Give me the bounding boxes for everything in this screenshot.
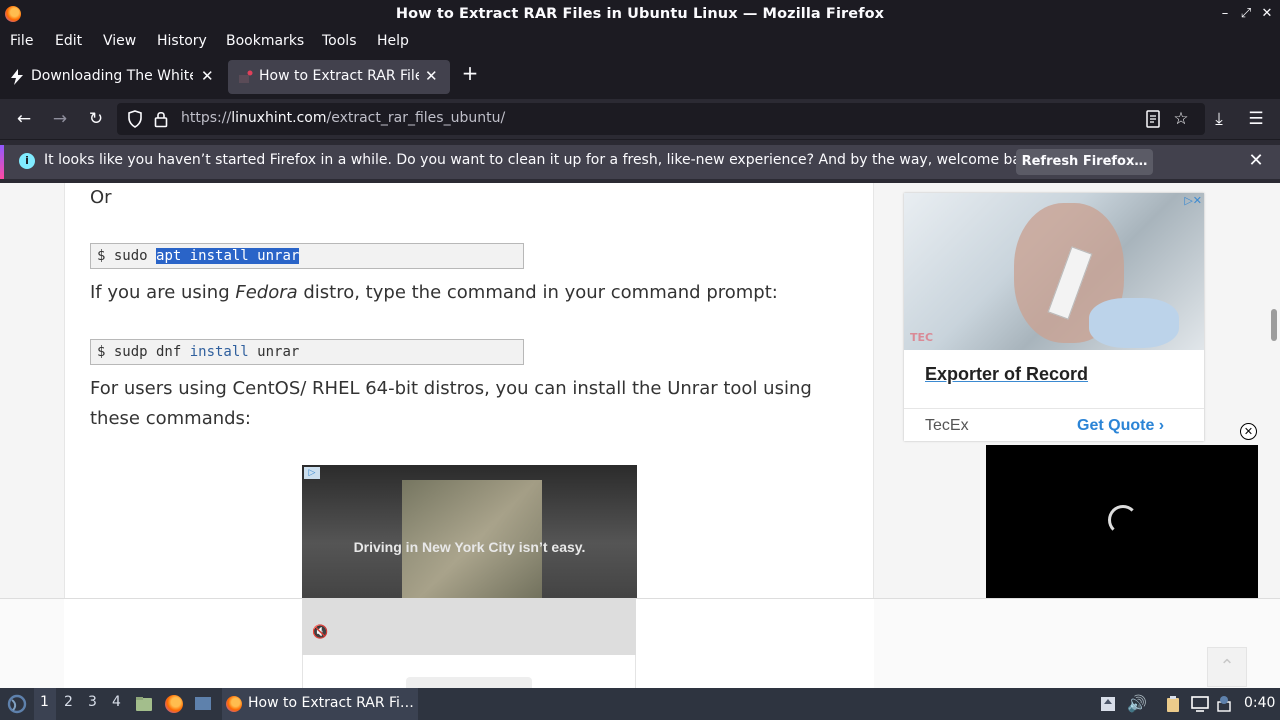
menu-bar: File Edit View History Bookmarks Tools H…	[0, 29, 1280, 56]
volume-icon[interactable]: 🔊	[1127, 694, 1147, 713]
taskbar: 1 2 3 4 How to Extract RAR Fi… 🔊 0:40	[0, 688, 1280, 720]
clock[interactable]: 0:40	[1244, 695, 1275, 711]
close-tab-icon[interactable]: ✕	[425, 67, 438, 85]
workspace-4[interactable]: 4	[112, 694, 121, 710]
video-player[interactable]	[986, 445, 1258, 598]
menu-help[interactable]: Help	[377, 33, 409, 49]
firefox-launcher-icon[interactable]	[165, 695, 183, 713]
close-video-icon[interactable]: ✕	[1240, 423, 1257, 440]
maximize-icon[interactable]: ⤢	[1239, 6, 1253, 22]
display-icon[interactable]	[1191, 695, 1209, 713]
taskbar-firefox-window[interactable]: How to Extract RAR Fi…	[222, 688, 418, 720]
notification-message: It looks like you haven’t started Firefo…	[44, 152, 1043, 168]
file-manager-icon[interactable]	[135, 695, 153, 713]
video-controls-bar: 🔇	[302, 599, 636, 655]
menu-bookmarks[interactable]: Bookmarks	[226, 33, 304, 49]
bolt-icon	[11, 69, 23, 85]
notification-bar: i It looks like you haven’t started Fire…	[0, 139, 1280, 183]
reload-icon[interactable]: ↻	[85, 108, 107, 130]
taskbar-window-label: How to Extract RAR Fi…	[248, 695, 414, 711]
lock-icon[interactable]	[154, 110, 168, 128]
tab-how-to-extract[interactable]: How to Extract RAR Files ✕	[228, 60, 450, 94]
ad-photo: TEC	[904, 193, 1204, 350]
desktop-icon[interactable]	[194, 695, 212, 713]
firefox-icon	[226, 696, 242, 712]
workspace-2[interactable]: 2	[64, 694, 73, 710]
centos-paragraph-line2: these commands:	[90, 408, 251, 429]
tray-update-icon[interactable]	[1099, 695, 1117, 713]
ad-footer: TecEx Get Quote ›	[904, 408, 1204, 441]
start-menu-icon[interactable]	[7, 694, 27, 714]
new-tab-button[interactable]: +	[459, 62, 481, 84]
hamburger-menu-icon[interactable]: ☰	[1245, 108, 1267, 130]
tab-downloading[interactable]: Downloading The White H ✕	[0, 60, 224, 94]
window-title: How to Extract RAR Files in Ubuntu Linux…	[395, 6, 885, 22]
menu-tools[interactable]: Tools	[322, 33, 357, 49]
url-text[interactable]: https://linuxhint.com/extract_rar_files_…	[181, 110, 505, 126]
menu-file[interactable]: File	[10, 33, 33, 49]
tab-label: How to Extract RAR Files	[259, 68, 419, 84]
info-icon: i	[19, 153, 35, 169]
workspace-3[interactable]: 3	[88, 694, 97, 710]
sidebar-ad[interactable]: TEC ▷✕ Exporter of Record TecEx Get Quot…	[904, 193, 1204, 441]
minimize-icon[interactable]: –	[1218, 6, 1232, 22]
sticky-bottom-area: 🔇 ⌃	[0, 598, 1280, 688]
clipboard-icon[interactable]	[1164, 695, 1182, 713]
reader-view-icon[interactable]	[1142, 108, 1164, 130]
tab-bar: Downloading The White H ✕ How to Extract…	[0, 56, 1280, 99]
refresh-firefox-button[interactable]: Refresh Firefox…	[1016, 149, 1153, 175]
get-quote-link[interactable]: Get Quote ›	[1077, 417, 1164, 435]
menu-edit[interactable]: Edit	[55, 33, 82, 49]
ad-expand-tab[interactable]	[406, 677, 532, 688]
centos-paragraph-line1: For users using CentOS/ RHEL 64-bit dist…	[90, 378, 812, 399]
navigation-bar: ← → ↻ https://linuxhint.com/extract_rar_…	[0, 99, 1280, 139]
scroll-to-top-button[interactable]: ⌃	[1207, 647, 1247, 687]
adchoices-icon[interactable]: ▷	[304, 467, 320, 479]
video-ad-caption: Driving in New York City isn’t easy.	[353, 539, 586, 555]
ad-photo-glove	[1089, 298, 1179, 348]
code-block-dnf[interactable]: $ sudp dnf install unrar	[90, 339, 524, 365]
network-notification-icon[interactable]	[1215, 695, 1233, 713]
back-icon[interactable]: ←	[13, 108, 35, 130]
or-text: Or	[90, 187, 112, 208]
menu-history[interactable]: History	[157, 33, 207, 49]
title-bar: How to Extract RAR Files in Ubuntu Linux…	[0, 0, 1280, 29]
ad-close-icon[interactable]: ▷✕	[1176, 194, 1202, 208]
tab-label: Downloading The White H	[31, 68, 193, 84]
close-notification-icon[interactable]: ✕	[1246, 149, 1266, 173]
code-block-apt[interactable]: $ sudo apt install unrar	[90, 243, 524, 269]
menu-view[interactable]: View	[103, 33, 136, 49]
web-page: Or $ sudo apt install unrar If you are u…	[0, 183, 1280, 688]
downloads-icon[interactable]: ⤓	[1208, 108, 1230, 130]
scrollbar-thumb[interactable]	[1271, 309, 1277, 341]
linuxhint-icon	[239, 70, 253, 83]
forward-icon[interactable]: →	[49, 108, 71, 130]
close-window-icon[interactable]: ✕	[1260, 6, 1274, 22]
bookmark-star-icon[interactable]: ☆	[1170, 108, 1192, 130]
loading-spinner-icon	[1108, 505, 1138, 535]
mute-icon[interactable]: 🔇	[312, 625, 328, 641]
workspace-1[interactable]: 1	[40, 694, 49, 710]
shield-icon[interactable]	[127, 110, 143, 128]
ad-brand: TecEx	[925, 417, 969, 434]
fedora-paragraph: If you are using Fedora distro, type the…	[90, 282, 778, 303]
close-tab-icon[interactable]: ✕	[201, 67, 214, 85]
ad-photo-logo: TEC	[910, 331, 934, 344]
url-bar[interactable]: https://linuxhint.com/extract_rar_files_…	[117, 103, 1205, 135]
ad-headline[interactable]: Exporter of Record	[925, 364, 1088, 385]
